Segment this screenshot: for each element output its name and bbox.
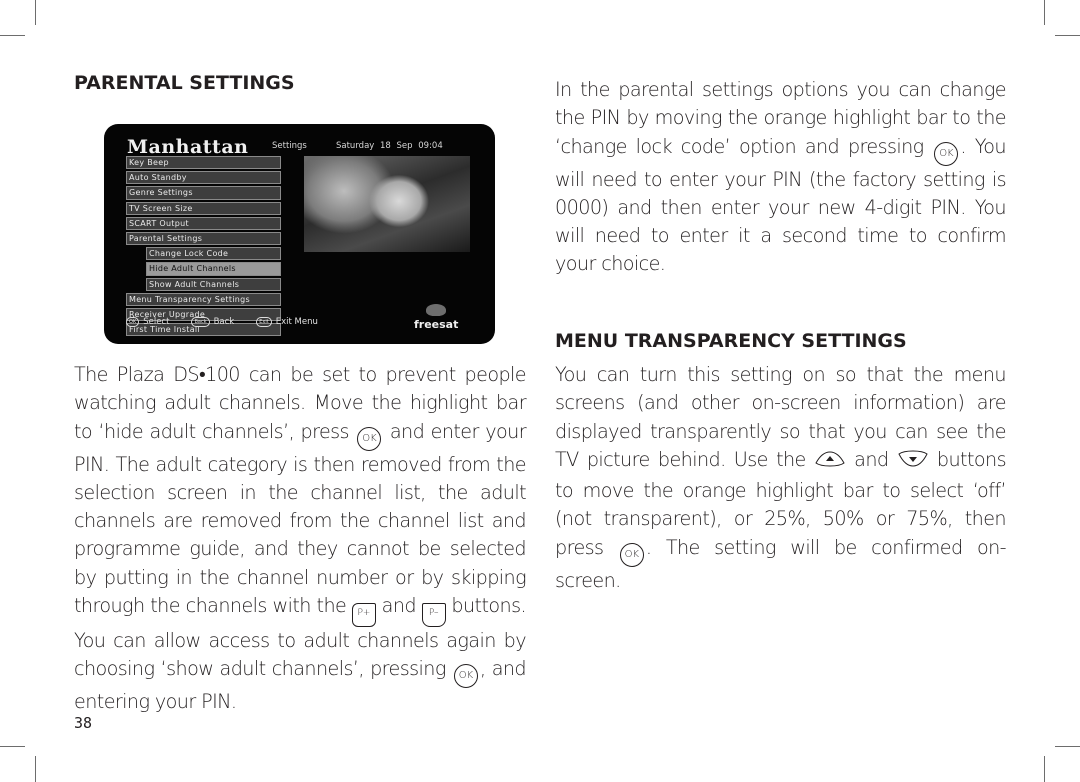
back-label: Back bbox=[213, 317, 235, 327]
tv-menu-item: Genre Settings bbox=[126, 186, 281, 200]
tv-menu-item: SCART Output bbox=[126, 216, 281, 230]
crop-mark-tr-h bbox=[1055, 35, 1080, 36]
exit-label: Exit Menu bbox=[275, 317, 318, 327]
up-arrow-button-icon bbox=[814, 449, 846, 477]
tv-menu-item: Key Beep bbox=[126, 156, 281, 170]
menu-transparency-heading: MENU TRANSPARENCY SETTINGS bbox=[555, 330, 907, 352]
crop-mark-br-v bbox=[1044, 756, 1045, 782]
menu-transparency-paragraph: You can turn this setting on so that the… bbox=[555, 361, 1007, 595]
crop-mark-bl-h bbox=[0, 746, 25, 747]
select-label: Select bbox=[143, 317, 170, 327]
tv-menu-item: Hide Adult Channels bbox=[146, 262, 281, 276]
tv-footer-exit: Exit Exit Menu bbox=[256, 317, 318, 327]
crop-mark-br-h bbox=[1055, 746, 1080, 747]
tv-footer-legend: OK Select Back Back Exit Exit Menu bbox=[126, 317, 340, 327]
tv-menu-item: Parental Settings bbox=[126, 231, 281, 246]
crop-mark-bl-v bbox=[35, 756, 36, 782]
parental-settings-paragraph: The Plaza DS•100 can be set to prevent p… bbox=[74, 361, 527, 717]
crop-mark-tl-v bbox=[35, 0, 36, 25]
ok-button-icon: OK bbox=[453, 664, 478, 689]
tv-preview-image bbox=[304, 156, 470, 252]
change-pin-paragraph: In the parental settings options you can… bbox=[555, 76, 1007, 279]
freesat-logo-text: freesat bbox=[414, 318, 459, 331]
tv-brand-logo: Manhattan bbox=[127, 136, 249, 158]
tv-footer-back: Back Back bbox=[191, 317, 234, 327]
tv-datetime: Saturday 18 Sep 09:04 bbox=[336, 141, 443, 151]
ok-button-icon: OK bbox=[126, 317, 140, 327]
exit-button-icon: Exit bbox=[256, 317, 272, 327]
tv-menu-item: Auto Standby bbox=[126, 171, 281, 185]
tv-menu-item: TV Screen Size bbox=[126, 201, 281, 215]
ok-button-icon: OK bbox=[357, 426, 382, 451]
page-number: 38 bbox=[74, 714, 93, 732]
tv-menu-item: Menu Transparency Settings bbox=[126, 292, 281, 306]
down-arrow-button-icon bbox=[897, 449, 929, 477]
tv-settings-menu: Key Beep Auto Standby Genre Settings TV Scr… bbox=[126, 156, 281, 338]
crop-mark-tr-v bbox=[1044, 0, 1045, 25]
tv-footer-select: OK Select bbox=[126, 317, 169, 327]
channel-down-button-icon: P– bbox=[421, 603, 446, 628]
tv-menu-screenshot: Manhattan Settings Saturday 18 Sep 09:04… bbox=[104, 124, 495, 344]
back-button-icon: Back bbox=[191, 317, 210, 327]
tv-menu-item: Show Adult Channels bbox=[146, 277, 281, 291]
channel-up-button-icon: P+ bbox=[351, 603, 376, 628]
parental-settings-heading: PARENTAL SETTINGS bbox=[74, 72, 295, 94]
tv-menu-item: Change Lock Code bbox=[146, 247, 281, 261]
paragraph-text: and enter your PIN. The adult category i… bbox=[74, 419, 527, 618]
freesat-logo-icon bbox=[426, 304, 446, 316]
paragraph-text: . The setting will be confirmed on-scree… bbox=[555, 535, 1007, 592]
crop-mark-tl-h bbox=[0, 35, 25, 36]
ok-button-icon: OK bbox=[619, 542, 644, 567]
paragraph-text: and bbox=[375, 594, 422, 618]
tv-section-title: Settings bbox=[272, 141, 307, 151]
paragraph-text: and bbox=[845, 447, 897, 471]
ok-button-icon: OK bbox=[934, 141, 959, 166]
